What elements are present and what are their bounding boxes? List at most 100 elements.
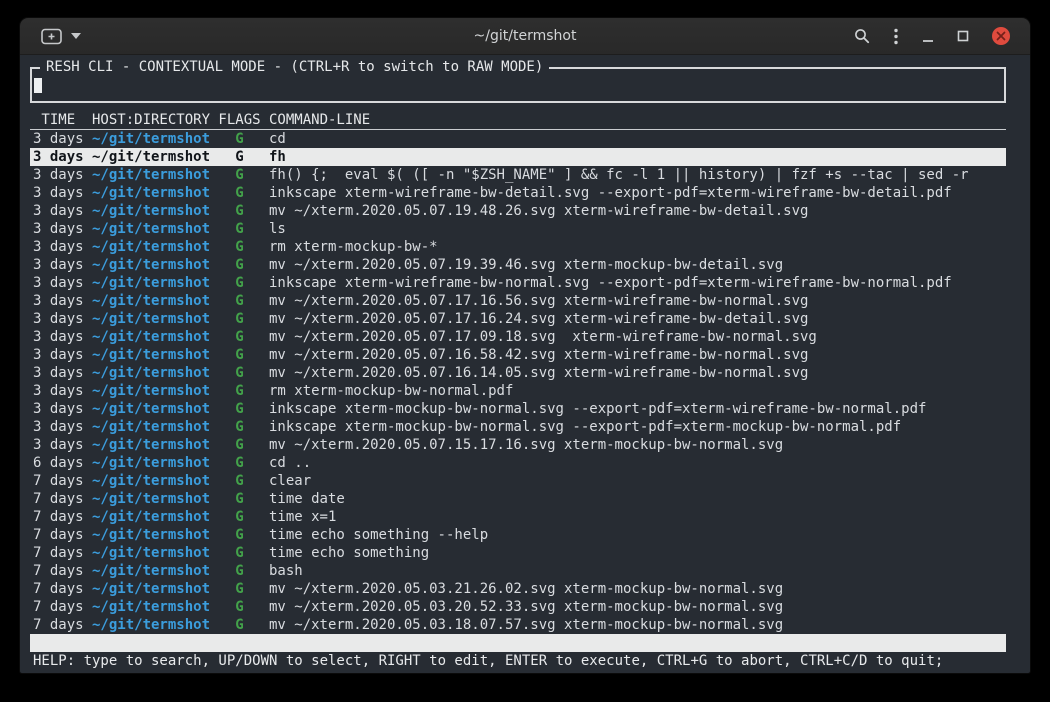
row-command: mv ~/xterm.2020.05.07.16.14.05.svg xterm… [269,364,1006,382]
history-row[interactable]: 7 days~/git/termshotGmv ~/xterm.2020.05.… [30,580,1006,598]
tab-dropdown-button[interactable] [71,33,81,39]
row-directory: ~/git/termshot [92,346,218,364]
close-button[interactable] [992,27,1010,45]
row-command: mv ~/xterm.2020.05.07.17.09.18.svg xterm… [269,328,1006,346]
row-command: fh [269,148,1006,166]
row-command: inkscape xterm-mockup-bw-normal.svg --ex… [269,418,1006,436]
history-row[interactable]: 6 days~/git/termshotGcd .. [30,454,1006,472]
history-row[interactable]: 3 days~/git/termshotGmv ~/xterm.2020.05.… [30,292,1006,310]
menu-button[interactable] [893,28,899,45]
minimize-icon [922,29,934,43]
history-row[interactable]: 3 days~/git/termshotGrm xterm-mockup-bw-… [30,382,1006,400]
row-time: 3 days [33,310,92,328]
row-command: cd [269,130,1006,148]
row-flags: G [218,202,260,220]
search-button[interactable] [854,28,870,44]
row-flags: G [218,292,260,310]
header-host-directory: HOST:DIRECTORY [92,111,218,129]
row-command: mv ~/xterm.2020.05.07.19.48.26.svg xterm… [269,202,1006,220]
row-time: 3 days [33,184,92,202]
history-row[interactable]: 3 days~/git/termshotGcd [30,130,1006,148]
row-command: inkscape xterm-wireframe-bw-normal.svg -… [269,274,1006,292]
history-row[interactable]: 3 days~/git/termshotGmv ~/xterm.2020.05.… [30,256,1006,274]
row-directory: ~/git/termshot [92,202,218,220]
header-time: TIME [33,111,92,129]
new-tab-button[interactable] [41,28,62,45]
history-row[interactable]: 7 days~/git/termshotGmv ~/xterm.2020.05.… [30,616,1006,634]
history-row[interactable]: 3 days~/git/termshotGfh [30,148,1006,166]
history-row[interactable]: 7 days~/git/termshotGmv ~/xterm.2020.05.… [30,598,1006,616]
row-directory: ~/git/termshot [92,220,218,238]
row-time: 3 days [33,166,92,184]
history-row[interactable]: 3 days~/git/termshotGmv ~/xterm.2020.05.… [30,364,1006,382]
row-command: inkscape xterm-wireframe-bw-detail.svg -… [269,184,1006,202]
row-time: 7 days [33,544,92,562]
titlebar[interactable]: ~/git/termshot [20,18,1030,55]
row-flags: G [218,184,260,202]
history-row[interactable]: 7 days~/git/termshotGtime echo something [30,544,1006,562]
row-command: rm xterm-mockup-bw-* [269,238,1006,256]
header-flags: FLAGS [218,111,260,129]
history-row[interactable]: 3 days~/git/termshotGinkscape xterm-mock… [30,400,1006,418]
row-command: time echo something --help [269,526,1006,544]
history-row[interactable]: 3 days~/git/termshotGmv ~/xterm.2020.05.… [30,346,1006,364]
terminal-content: RESH CLI - CONTEXTUAL MODE - (CTRL+R to … [20,55,1030,673]
row-flags: G [218,130,260,148]
kebab-menu-icon [893,28,899,45]
history-row[interactable]: 3 days~/git/termshotGrm xterm-mockup-bw-… [30,238,1006,256]
row-directory: ~/git/termshot [92,256,218,274]
row-time: 3 days [33,256,92,274]
row-flags: G [218,454,260,472]
history-row[interactable]: 3 days~/git/termshotGmv ~/xterm.2020.05.… [30,310,1006,328]
row-command: mv ~/xterm.2020.05.07.17.16.24.svg xterm… [269,310,1006,328]
row-command: cd .. [269,454,1006,472]
row-time: 3 days [33,364,92,382]
row-flags: G [218,346,260,364]
history-row[interactable]: 3 days~/git/termshotGmv ~/xterm.2020.05.… [30,436,1006,454]
history-row[interactable]: 3 days~/git/termshotGfh() {; eval $( ([ … [30,166,1006,184]
row-directory: ~/git/termshot [92,562,218,580]
close-icon [996,31,1006,41]
history-row[interactable]: 7 days~/git/termshotGbash [30,562,1006,580]
history-row[interactable]: 3 days~/git/termshotGinkscape xterm-wire… [30,184,1006,202]
row-directory: ~/git/termshot [92,148,218,166]
row-flags: G [218,598,260,616]
row-directory: ~/git/termshot [92,130,218,148]
row-time: 7 days [33,490,92,508]
history-row[interactable]: 7 days~/git/termshotGtime date [30,490,1006,508]
row-directory: ~/git/termshot [92,472,218,490]
history-row[interactable]: 3 days~/git/termshotGls [30,220,1006,238]
row-time: 7 days [33,526,92,544]
row-directory: ~/git/termshot [92,454,218,472]
row-time: 3 days [33,202,92,220]
row-command: time date [269,490,1006,508]
row-flags: G [218,274,260,292]
history-row[interactable]: 3 days~/git/termshotGmv ~/xterm.2020.05.… [30,328,1006,346]
row-flags: G [218,508,260,526]
history-row[interactable]: 7 days~/git/termshotGtime x=1 [30,508,1006,526]
new-tab-icon [41,28,62,45]
header-command-line: COMMAND-LINE [269,111,1006,129]
row-directory: ~/git/termshot [92,598,218,616]
resh-search-input[interactable]: RESH CLI - CONTEXTUAL MODE - (CTRL+R to … [30,67,1006,103]
history-row[interactable]: 7 days~/git/termshotGclear [30,472,1006,490]
row-flags: G [218,364,260,382]
row-time: 7 days [33,508,92,526]
history-row[interactable]: 3 days~/git/termshotGinkscape xterm-mock… [30,418,1006,436]
history-row[interactable]: 3 days~/git/termshotGmv ~/xterm.2020.05.… [30,202,1006,220]
history-row[interactable]: 7 days~/git/termshotGtime echo something… [30,526,1006,544]
row-directory: ~/git/termshot [92,580,218,598]
history-row[interactable]: 3 days~/git/termshotGinkscape xterm-wire… [30,274,1006,292]
row-time: 3 days [33,274,92,292]
row-directory: ~/git/termshot [92,526,218,544]
minimize-button[interactable] [922,29,934,43]
row-command: time x=1 [269,508,1006,526]
row-command: clear [269,472,1006,490]
row-command: bash [269,562,1006,580]
row-command: mv ~/xterm.2020.05.07.19.39.46.svg xterm… [269,256,1006,274]
row-directory: ~/git/termshot [92,292,218,310]
row-directory: ~/git/termshot [92,400,218,418]
restore-button[interactable] [957,30,969,42]
history-list: 3 days~/git/termshotGcd3 days~/git/terms… [30,130,1006,634]
row-command: inkscape xterm-mockup-bw-normal.svg --ex… [269,400,1006,418]
